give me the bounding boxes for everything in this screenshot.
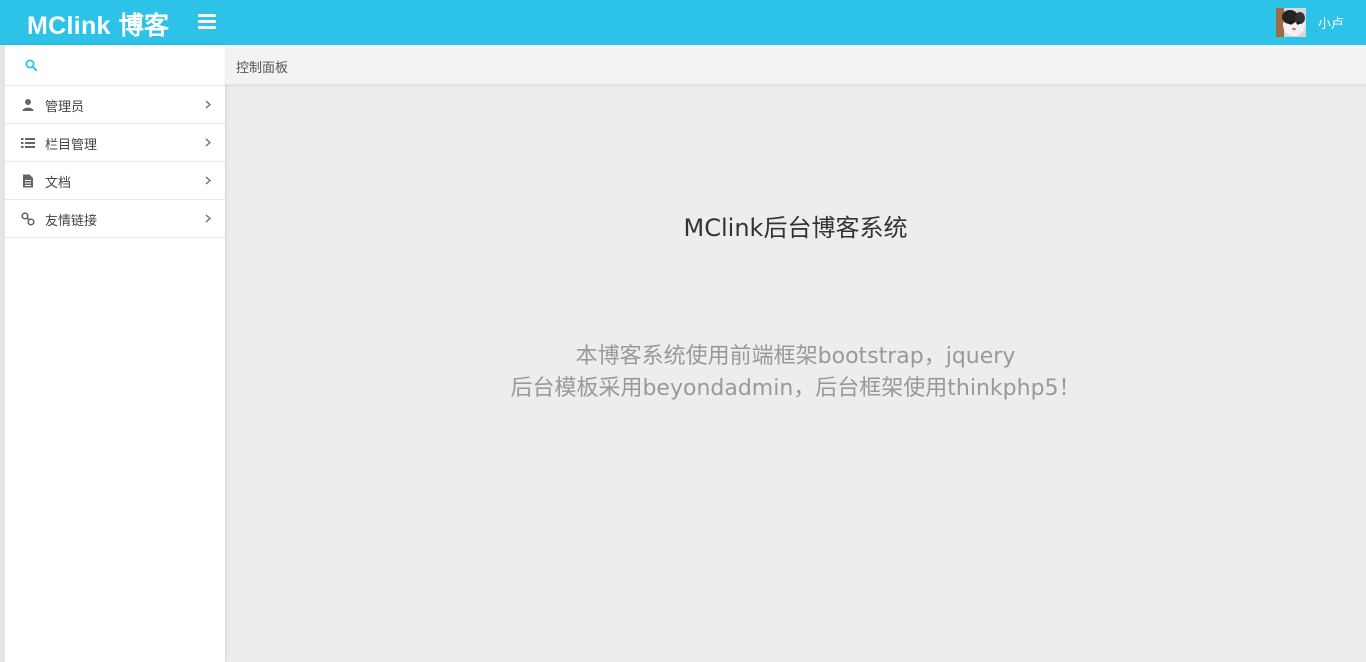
sidebar: 管理员 栏目管理 文档 友情链接	[0, 45, 225, 662]
list-icon	[21, 138, 35, 148]
hamburger-menu-icon[interactable]	[198, 14, 216, 29]
brand-name: MClink	[27, 12, 111, 40]
sidebar-item-admin[interactable]: 管理员	[5, 86, 225, 124]
file-icon	[23, 174, 33, 188]
link-icon	[21, 212, 35, 226]
page-description: 本博客系统使用前端框架bootstrap，jquery 后台模板采用beyond…	[225, 341, 1366, 405]
page-title: MClink后台博客系统	[683, 214, 908, 242]
description-line-1: 本博客系统使用前端框架bootstrap，jquery	[575, 344, 1016, 369]
description-line-2: 后台模板采用beyondadmin，后台框架使用thinkphp5！	[510, 376, 1081, 401]
sidebar-item-columns[interactable]: 栏目管理	[5, 124, 225, 162]
breadcrumb: 控制面板	[225, 45, 1366, 85]
sidebar-item-documents[interactable]: 文档	[5, 162, 225, 200]
user-icon	[22, 99, 34, 111]
sidebar-item-label: 管理员	[45, 100, 85, 115]
search-icon	[25, 59, 37, 71]
chevron-right-icon	[205, 100, 211, 109]
sidebar-item-label: 文档	[45, 176, 72, 191]
brand-logo[interactable]: MClink 博客	[27, 6, 169, 42]
chevron-right-icon	[205, 138, 211, 147]
sidebar-item-label: 栏目管理	[45, 138, 98, 153]
breadcrumb-label[interactable]: 控制面板	[236, 57, 288, 76]
user-avatar[interactable]	[1276, 8, 1306, 37]
sidebar-item-label: 友情链接	[45, 214, 98, 229]
sidebar-item-links[interactable]: 友情链接	[5, 200, 225, 238]
sidebar-search	[5, 45, 225, 86]
username[interactable]: 小卢	[1318, 13, 1344, 32]
top-navbar: MClink 博客 小卢	[0, 0, 1366, 45]
chevron-right-icon	[205, 176, 211, 185]
brand-sub: 博客	[118, 12, 170, 40]
search-input[interactable]	[45, 53, 215, 77]
chevron-right-icon	[205, 214, 211, 223]
